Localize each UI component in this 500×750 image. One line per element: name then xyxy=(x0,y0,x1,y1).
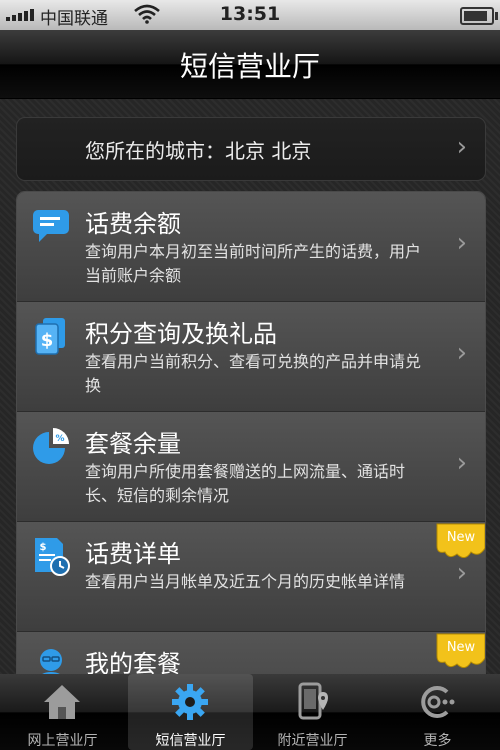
chevron-right-icon: › xyxy=(456,228,467,258)
svg-text:New: New xyxy=(447,640,476,655)
city-label: 您所在的城市：北京 北京 xyxy=(85,139,312,163)
tab-nearby-hall[interactable]: 附近营业厅 xyxy=(250,674,375,750)
menu-description: 查看用户当前积分、查看可兑换的产品并申请兑换 xyxy=(85,352,422,395)
menu-item-balance[interactable]: 话费余额 查询用户本月初至当前时间所产生的话费，用户当前账户余额 › xyxy=(17,192,485,302)
svg-text:$: $ xyxy=(40,542,47,553)
bill-clock-icon: $ xyxy=(35,538,70,576)
menu-item-my-package[interactable]: 我的套餐 New xyxy=(17,632,485,674)
battery-icon xyxy=(460,7,498,25)
phone-location-icon xyxy=(298,682,328,720)
new-badge: New xyxy=(436,633,485,668)
status-bar: 中国联通 13:51 xyxy=(0,0,500,30)
menu-title: 积分查询及换礼品 xyxy=(85,320,277,348)
status-time: 13:51 xyxy=(219,3,281,25)
city-selector[interactable]: 您所在的城市：北京 北京 › xyxy=(16,117,486,181)
service-menu-list: 话费余额 查询用户本月初至当前时间所产生的话费，用户当前账户余额 › $ 积分查… xyxy=(16,191,486,674)
chevron-right-icon: › xyxy=(456,132,467,162)
tab-label: 网上营业厅 xyxy=(27,733,98,749)
user-avatar-icon xyxy=(40,649,62,674)
navigation-bar: 短信营业厅 xyxy=(0,30,500,99)
chevron-right-icon: › xyxy=(456,448,467,478)
page-title: 短信营业厅 xyxy=(179,50,320,83)
chevron-right-icon: › xyxy=(456,558,467,588)
menu-item-bill-details[interactable]: $ 话费详单 查看用户当月帐单及近五个月的历史帐单详情 › New xyxy=(17,522,485,632)
tab-label: 附近营业厅 xyxy=(277,733,348,749)
main-content[interactable]: 您所在的城市：北京 北京 › 话费余额 查询用户本月初至当前时间所产生的话费，用… xyxy=(0,99,500,674)
svg-text:New: New xyxy=(447,530,476,545)
menu-description: 查询用户本月初至当前时间所产生的话费，用户当前账户余额 xyxy=(85,242,422,285)
tab-online-hall[interactable]: 网上营业厅 xyxy=(0,674,125,750)
svg-text:$: $ xyxy=(41,330,54,351)
tab-bar: 网上营业厅 短信营业厅 附近营业厅 更多 xyxy=(0,674,500,750)
menu-item-package-remaining[interactable]: % 套餐余量 查询用户所使用套餐赠送的上网流量、通话时长、短信的剩余情况 › xyxy=(17,412,485,522)
menu-title: 我的套餐 xyxy=(85,650,181,674)
more-icon xyxy=(421,686,455,718)
svg-text:%: % xyxy=(55,434,64,444)
tab-sms-hall[interactable]: 短信营业厅 xyxy=(128,674,253,750)
menu-description: 查看用户当月帐单及近五个月的历史帐单详情 xyxy=(85,572,406,591)
new-badge: New xyxy=(436,523,485,558)
dollar-cards-icon: $ xyxy=(35,318,65,355)
tab-more[interactable]: 更多 xyxy=(375,674,500,750)
menu-title: 话费余额 xyxy=(85,210,181,238)
menu-description: 查询用户所使用套餐赠送的上网流量、通话时长、短信的剩余情况 xyxy=(85,462,406,505)
chat-bubble-icon xyxy=(33,210,69,242)
tab-label: 短信营业厅 xyxy=(155,733,226,749)
home-icon xyxy=(44,685,80,719)
gear-icon xyxy=(172,684,208,720)
menu-item-points[interactable]: $ 积分查询及换礼品 查看用户当前积分、查看可兑换的产品并申请兑换 › xyxy=(17,302,485,412)
menu-title: 话费详单 xyxy=(85,540,181,568)
chevron-right-icon: › xyxy=(456,338,467,368)
menu-title: 套餐余量 xyxy=(85,430,181,458)
tab-label: 更多 xyxy=(423,733,452,749)
pie-chart-icon: % xyxy=(33,428,69,464)
